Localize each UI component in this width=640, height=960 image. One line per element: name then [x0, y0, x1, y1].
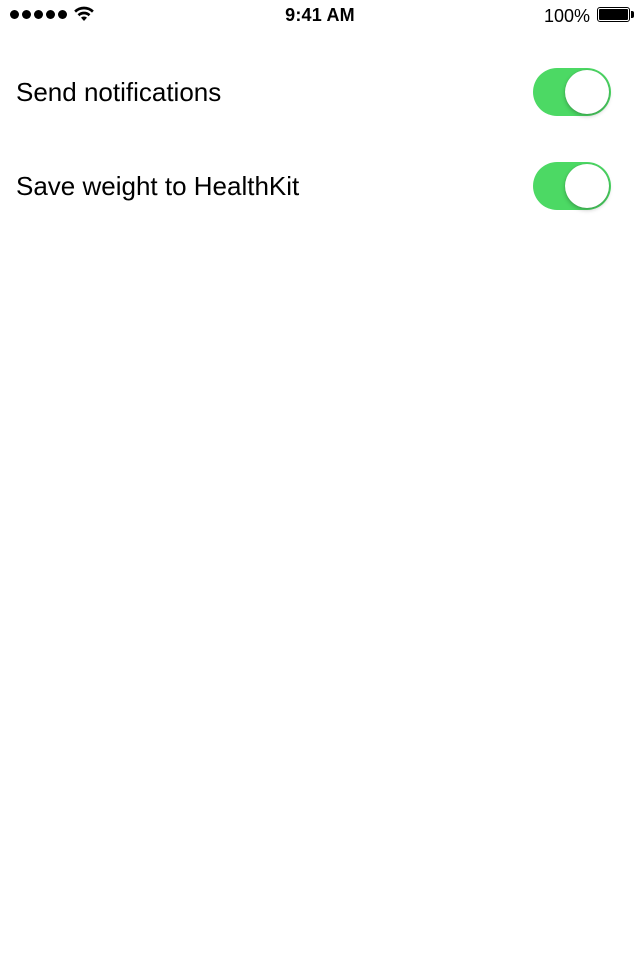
settings-screen: 9:41 AM 100% Send notifications Save wei… [0, 0, 640, 960]
battery-icon [597, 7, 630, 22]
battery-percent: 100% [543, 6, 590, 26]
toggle-knob [565, 164, 609, 208]
save-weight-healthkit-toggle[interactable] [533, 162, 611, 210]
status-bar: 9:41 AM 100% [0, 0, 640, 40]
battery-nub [631, 11, 634, 18]
toggle-knob [565, 70, 609, 114]
setting-row-save-weight-healthkit: Save weight to HealthKit [0, 156, 640, 216]
setting-row-send-notifications: Send notifications [0, 62, 640, 122]
send-notifications-toggle[interactable] [533, 68, 611, 116]
setting-label: Save weight to HealthKit [16, 171, 300, 201]
setting-label: Send notifications [16, 77, 222, 107]
